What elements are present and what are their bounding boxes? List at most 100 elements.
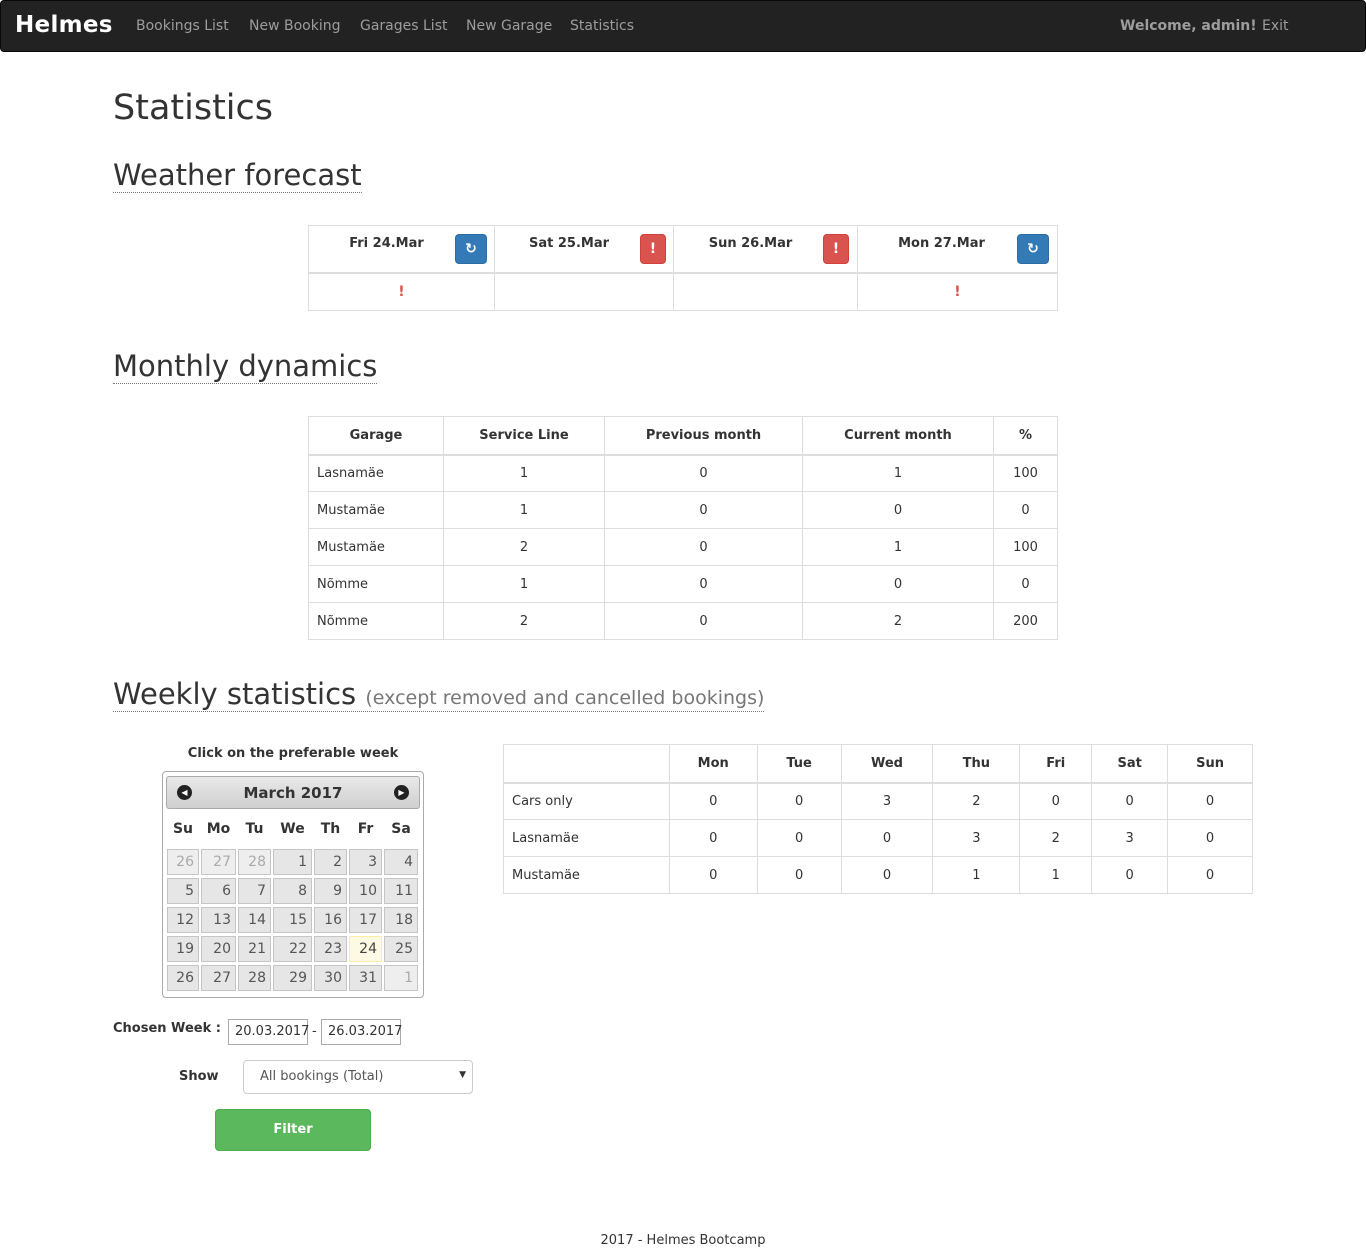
table-cell: 1: [443, 491, 605, 529]
table-cell: 0: [993, 491, 1058, 529]
weather-day-label: Fri 24.Mar: [349, 236, 424, 251]
calendar-day[interactable]: 24: [349, 936, 382, 962]
calendar-day[interactable]: 30: [314, 965, 347, 991]
week-start-field[interactable]: 20.03.2017: [228, 1019, 309, 1045]
nav-garages-list[interactable]: Garages List: [360, 18, 447, 34]
weather-day-header: Sat 25.Mar !: [494, 225, 674, 274]
refresh-icon[interactable]: ↻: [455, 234, 487, 264]
weekly-title: Weekly statistics: [113, 677, 357, 711]
calendar-month-title: March 2017: [243, 784, 343, 802]
calendar-day[interactable]: 21: [238, 936, 271, 962]
weather-day-label: Sun 26.Mar: [708, 236, 793, 251]
weather-alert: !: [308, 272, 495, 311]
calendar-day-of-week: Su: [172, 821, 194, 837]
column-header: Wed: [840, 744, 934, 784]
column-header: Sun: [1167, 744, 1253, 784]
table-cell: 1: [443, 454, 605, 492]
table-cell: 2: [443, 528, 605, 566]
calendar-day[interactable]: 17: [349, 907, 382, 933]
calendar-day[interactable]: 4: [384, 849, 418, 875]
column-header: Tue: [756, 744, 842, 784]
calendar-day[interactable]: 6: [201, 878, 236, 904]
week-calendar: ◀ March 2017 ▶ Su Mo Tu We Th Fr Sa 26 27 28 1 2 3 4 5…: [162, 771, 424, 998]
nav-new-garage[interactable]: New Garage: [466, 18, 552, 34]
column-header: %: [993, 416, 1058, 456]
column-header: Thu: [932, 744, 1021, 784]
calendar-day[interactable]: 14: [238, 907, 271, 933]
table-cell: 0: [1167, 782, 1253, 820]
table-cell: 3: [1091, 819, 1169, 857]
weekly-statistics-heading: Weekly statistics (except removed and ca…: [113, 677, 765, 712]
table-cell: 0: [802, 491, 994, 529]
week-end-field[interactable]: 26.03.2017: [321, 1019, 402, 1045]
weather-table: Fri 24.Mar ↻ Sat 25.Mar ! Sun 26.Mar ! M…: [308, 225, 1058, 311]
calendar-day[interactable]: 1: [384, 965, 418, 991]
table-cell: 1: [802, 528, 994, 566]
calendar-day-of-week: Mo: [206, 821, 231, 837]
calendar-day[interactable]: 19: [167, 936, 199, 962]
calendar-day[interactable]: 23: [314, 936, 347, 962]
calendar-day[interactable]: 16: [314, 907, 347, 933]
calendar-day[interactable]: 9: [314, 878, 347, 904]
nav-statistics[interactable]: Statistics: [570, 18, 634, 34]
show-select[interactable]: All bookings (Total) ▼: [243, 1060, 473, 1094]
calendar-day[interactable]: 15: [273, 907, 312, 933]
nav-bookings-list[interactable]: Bookings List: [136, 18, 229, 34]
welcome-text: Welcome, admin!: [1120, 18, 1257, 34]
table-cell: 0: [1019, 782, 1093, 820]
table-cell: 200: [993, 602, 1058, 640]
weather-day-header: Fri 24.Mar ↻: [308, 225, 495, 274]
calendar-day[interactable]: 2: [314, 849, 347, 875]
calendar-day[interactable]: 7: [238, 878, 271, 904]
brand-logo[interactable]: Helmes: [15, 12, 113, 38]
calendar-day[interactable]: 28: [238, 849, 271, 875]
calendar-day[interactable]: 8: [273, 878, 312, 904]
nav-new-booking[interactable]: New Booking: [249, 18, 340, 34]
table-cell: 0: [668, 856, 758, 894]
table-cell: 0: [604, 602, 803, 640]
exit-link[interactable]: Exit: [1262, 18, 1289, 34]
calendar-day[interactable]: 3: [349, 849, 382, 875]
column-header: Garage: [308, 416, 444, 456]
page-title: Statistics: [113, 88, 273, 128]
table-cell: 1: [1019, 856, 1093, 894]
calendar-day[interactable]: 27: [201, 965, 236, 991]
calendar-day[interactable]: 22: [273, 936, 312, 962]
monthly-table: Garage Service Line Previous month Curre…: [308, 416, 1058, 640]
exclamation-icon[interactable]: !: [823, 234, 849, 264]
calendar-day[interactable]: 28: [238, 965, 271, 991]
table-cell: 0: [993, 565, 1058, 603]
calendar-day[interactable]: 27: [201, 849, 236, 875]
calendar-day[interactable]: 31: [349, 965, 382, 991]
calendar-day[interactable]: 26: [167, 965, 199, 991]
calendar-day[interactable]: 13: [201, 907, 236, 933]
table-cell: 2: [802, 602, 994, 640]
table-cell: 0: [756, 819, 842, 857]
calendar-day-of-week: Tu: [245, 821, 264, 837]
filter-button[interactable]: Filter: [215, 1109, 371, 1151]
next-month-icon[interactable]: ▶: [394, 785, 409, 800]
table-row: Lasnamäe 0 0 0 3 2 3 0: [503, 819, 1253, 857]
table-cell: 3: [840, 782, 934, 820]
column-header: Fri: [1019, 744, 1093, 784]
exclamation-icon[interactable]: !: [640, 234, 666, 264]
calendar-day[interactable]: 12: [167, 907, 199, 933]
calendar-day[interactable]: 5: [167, 878, 199, 904]
column-header: Service Line: [443, 416, 605, 456]
column-header: Previous month: [604, 416, 803, 456]
calendar-day[interactable]: 29: [273, 965, 312, 991]
table-cell: Cars only: [503, 782, 670, 820]
table-cell: 0: [756, 782, 842, 820]
calendar-day[interactable]: 1: [273, 849, 312, 875]
table-cell: 0: [1167, 819, 1253, 857]
table-row: Lasnamäe 1 0 1 100: [308, 454, 1058, 492]
table-cell: 2: [932, 782, 1021, 820]
calendar-day[interactable]: 10: [349, 878, 382, 904]
refresh-icon[interactable]: ↻: [1017, 234, 1049, 264]
calendar-day[interactable]: 25: [384, 936, 418, 962]
calendar-day[interactable]: 20: [201, 936, 236, 962]
calendar-day[interactable]: 18: [384, 907, 418, 933]
calendar-day[interactable]: 11: [384, 878, 418, 904]
calendar-day[interactable]: 26: [167, 849, 199, 875]
table-cell: 0: [604, 565, 803, 603]
